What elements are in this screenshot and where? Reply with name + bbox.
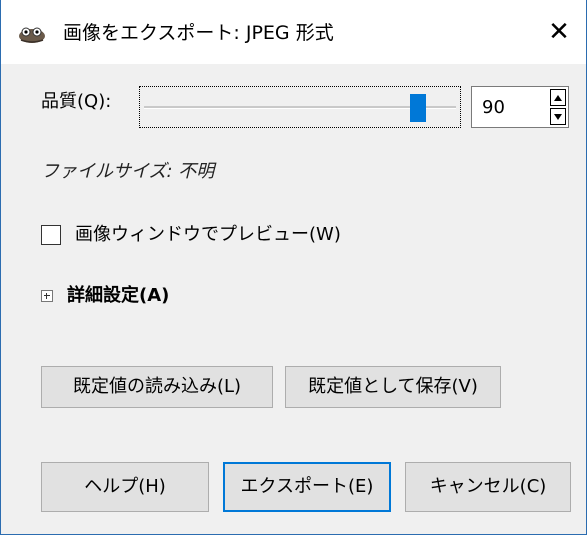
export-button[interactable]: エクスポート(E) bbox=[223, 462, 391, 512]
quality-input[interactable] bbox=[482, 96, 532, 120]
file-size-text: ファイルサイズ: 不明 bbox=[41, 161, 215, 182]
close-icon: ✕ bbox=[548, 17, 570, 47]
advanced-label[interactable]: 詳細設定(A) bbox=[67, 284, 169, 308]
slider-track bbox=[144, 106, 456, 109]
preview-label[interactable]: 画像ウィンドウでプレビュー(W) bbox=[75, 223, 341, 247]
quality-spinbox[interactable] bbox=[471, 86, 569, 128]
spin-up-arrow-icon bbox=[554, 94, 562, 101]
cancel-button[interactable]: キャンセル(C) bbox=[405, 462, 571, 512]
spin-down-button[interactable] bbox=[550, 108, 566, 125]
window-title: 画像をエクスポート: JPEG 形式 bbox=[63, 22, 334, 44]
help-button[interactable]: ヘルプ(H) bbox=[41, 462, 209, 512]
export-dialog: 画像をエクスポート: JPEG 形式 ✕ 品質(Q): ファイルサイズ: 不明 … bbox=[0, 0, 587, 535]
title-bar: 画像をエクスポート: JPEG 形式 ✕ bbox=[1, 0, 586, 64]
quality-slider[interactable] bbox=[139, 86, 461, 128]
slider-thumb[interactable] bbox=[410, 94, 427, 122]
expander-plus-icon[interactable] bbox=[41, 290, 53, 302]
close-button[interactable]: ✕ bbox=[532, 0, 586, 64]
load-defaults-button[interactable]: 既定値の読み込み(L) bbox=[41, 366, 273, 408]
quality-label: 品質(Q): bbox=[41, 91, 112, 112]
preview-option[interactable]: 画像ウィンドウでプレビュー(W) bbox=[41, 222, 341, 248]
gimp-icon bbox=[17, 24, 47, 44]
save-defaults-button[interactable]: 既定値として保存(V) bbox=[285, 366, 501, 408]
spin-down-arrow-icon bbox=[554, 113, 562, 120]
preview-checkbox[interactable] bbox=[41, 225, 61, 245]
spin-up-button[interactable] bbox=[550, 89, 566, 106]
advanced-expander[interactable]: 詳細設定(A) bbox=[41, 283, 169, 309]
